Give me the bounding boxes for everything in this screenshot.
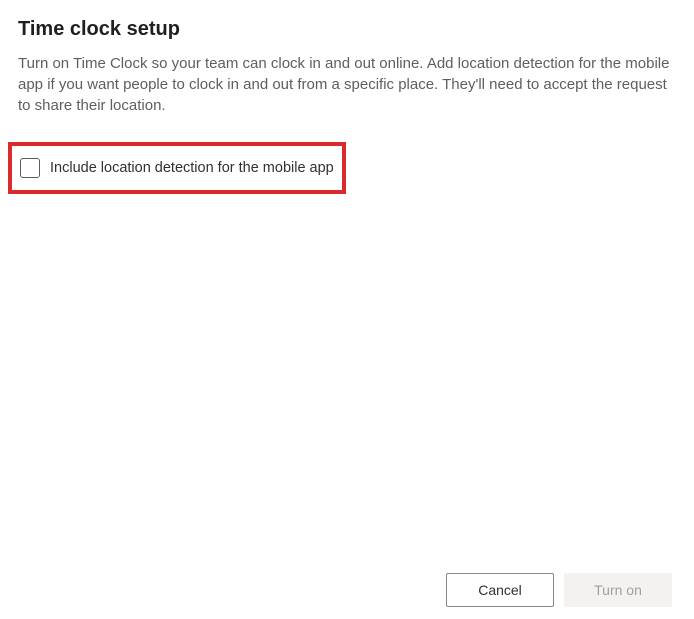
- dialog-description: Turn on Time Clock so your team can cloc…: [18, 53, 676, 116]
- location-detection-checkbox[interactable]: [20, 158, 40, 178]
- location-detection-option: Include location detection for the mobil…: [8, 142, 346, 194]
- dialog-footer: Cancel Turn on: [18, 573, 676, 619]
- turn-on-button[interactable]: Turn on: [564, 573, 672, 607]
- dialog-title: Time clock setup: [18, 18, 676, 41]
- location-detection-label[interactable]: Include location detection for the mobil…: [50, 160, 334, 176]
- cancel-button[interactable]: Cancel: [446, 573, 554, 607]
- time-clock-setup-dialog: Time clock setup Turn on Time Clock so y…: [0, 0, 694, 619]
